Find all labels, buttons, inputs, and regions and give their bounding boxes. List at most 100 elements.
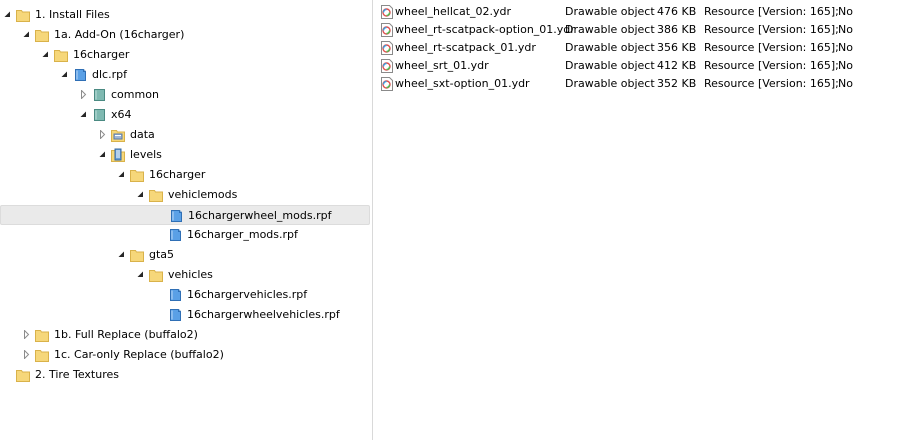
file-row[interactable]: wheel_rt-scatpack-option_01.ydr Drawable … — [373, 21, 914, 39]
tree-node[interactable]: 16chargerwheel_mods.rpf — [0, 205, 370, 225]
tree-node-label: 1b. Full Replace (buffalo2) — [54, 328, 198, 341]
tree-node[interactable]: 16chargervehicles.rpf — [0, 285, 370, 305]
folder-icon — [34, 347, 50, 363]
tree-node-label: vehicles — [168, 268, 213, 281]
file-size-cell: 352 KB — [657, 77, 697, 90]
tree-node[interactable]: 1b. Full Replace (buffalo2) — [0, 325, 370, 345]
tree-node[interactable]: 1. Install Files — [0, 5, 370, 25]
expanded-arrow-icon[interactable] — [98, 150, 107, 159]
file-name-cell: wheel_hellcat_02.ydr — [395, 5, 512, 18]
rpf-archive-icon — [167, 227, 183, 243]
tree-node[interactable]: 1c. Car-only Replace (buffalo2) — [0, 345, 370, 365]
tree-node[interactable]: levels — [0, 145, 370, 165]
tree-node-label: 16chargerwheel_mods.rpf — [188, 209, 332, 222]
tree-node-label: levels — [130, 148, 162, 161]
drawable-file-icon — [379, 40, 395, 56]
rpf-archive-icon — [72, 67, 88, 83]
tree-node[interactable]: data — [0, 125, 370, 145]
tree-node[interactable]: gta5 — [0, 245, 370, 265]
expanded-arrow-icon[interactable] — [60, 70, 69, 79]
file-size-cell: 412 KB — [657, 59, 697, 72]
file-size-cell: 356 KB — [657, 41, 697, 54]
expanded-arrow-icon[interactable] — [22, 30, 31, 39]
rpf-folder-icon — [91, 107, 107, 123]
file-name-cell: wheel_srt_01.ydr — [395, 59, 489, 72]
tree-node[interactable]: 16charger — [0, 45, 370, 65]
file-encrypted-cell: No — [838, 59, 853, 72]
tree-node-label: vehiclemods — [168, 188, 238, 201]
file-attributes-cell: Resource [Version: 165]; — [704, 5, 839, 18]
tree-node-label: x64 — [111, 108, 132, 121]
expanded-arrow-icon[interactable] — [41, 50, 50, 59]
file-attributes-cell: Resource [Version: 165]; — [704, 59, 839, 72]
expanded-arrow-icon[interactable] — [79, 110, 88, 119]
file-attributes-cell: Resource [Version: 165]; — [704, 23, 839, 36]
file-row[interactable]: wheel_sxt-option_01.ydr Drawable object 35… — [373, 75, 914, 93]
tree-node[interactable]: vehicles — [0, 265, 370, 285]
file-type-cell: Drawable object — [565, 41, 655, 54]
collapsed-arrow-icon[interactable] — [22, 350, 31, 359]
tree-node-label: 1c. Car-only Replace (buffalo2) — [54, 348, 224, 361]
expanded-arrow-icon[interactable] — [117, 250, 126, 259]
folder-icon — [53, 47, 69, 63]
drawable-file-icon — [379, 58, 395, 74]
file-size-cell: 476 KB — [657, 5, 697, 18]
drawable-file-icon — [379, 22, 395, 38]
file-encrypted-cell: No — [838, 23, 853, 36]
file-name-cell: wheel_rt-scatpack-option_01.ydr — [395, 23, 575, 36]
folder-icon — [15, 7, 31, 23]
folder-tree-pane[interactable]: 1. Install Files 1a. Add-On (16charger) 16… — [0, 0, 372, 440]
file-type-cell: Drawable object — [565, 77, 655, 90]
file-row[interactable]: wheel_hellcat_02.ydr Drawable object 476 K… — [373, 3, 914, 21]
file-row[interactable]: wheel_rt-scatpack_01.ydr Drawable object 3… — [373, 39, 914, 57]
rpf-archive-icon — [168, 208, 184, 224]
rpf-folder-icon — [91, 87, 107, 103]
tree-node-label: 16charger — [73, 48, 130, 61]
file-encrypted-cell: No — [838, 41, 853, 54]
file-type-cell: Drawable object — [565, 5, 655, 18]
tree-node[interactable]: 16chargerwheelvehicles.rpf — [0, 305, 370, 325]
tree-node[interactable]: 16charger — [0, 165, 370, 185]
file-type-cell: Drawable object — [565, 59, 655, 72]
tree-node[interactable]: x64 — [0, 105, 370, 125]
folder-icon — [148, 267, 164, 283]
tree-node-label: 1. Install Files — [35, 8, 110, 21]
tree-node-label: 16chargervehicles.rpf — [187, 288, 308, 301]
folder-data-icon — [110, 127, 126, 143]
tree-node-label: gta5 — [149, 248, 175, 261]
folder-levels-icon — [110, 147, 126, 163]
tree-node[interactable]: 16charger_mods.rpf — [0, 225, 370, 245]
expanded-arrow-icon[interactable] — [136, 190, 145, 199]
tree-node-label: 16charger — [149, 168, 206, 181]
collapsed-arrow-icon[interactable] — [22, 330, 31, 339]
drawable-file-icon — [379, 76, 395, 92]
folder-icon — [148, 187, 164, 203]
tree-node[interactable]: vehiclemods — [0, 185, 370, 205]
tree-node[interactable]: 1a. Add-On (16charger) — [0, 25, 370, 45]
tree-node-label: common — [111, 88, 159, 101]
file-name-cell: wheel_sxt-option_01.ydr — [395, 77, 530, 90]
rpf-archive-icon — [167, 307, 183, 323]
file-attributes-cell: Resource [Version: 165]; — [704, 77, 839, 90]
file-row[interactable]: wheel_srt_01.ydr Drawable object 412 KB Res… — [373, 57, 914, 75]
tree-node[interactable]: common — [0, 85, 370, 105]
file-encrypted-cell: No — [838, 5, 853, 18]
tree-node-label: data — [130, 128, 155, 141]
file-name-cell: wheel_rt-scatpack_01.ydr — [395, 41, 536, 54]
folder-icon — [34, 327, 50, 343]
tree-node-label: 16chargerwheelvehicles.rpf — [187, 308, 340, 321]
tree-node[interactable]: dlc.rpf — [0, 65, 370, 85]
tree-node[interactable]: 2. Tire Textures — [0, 365, 370, 385]
collapsed-arrow-icon[interactable] — [98, 130, 107, 139]
tree-node-label: 16charger_mods.rpf — [187, 228, 298, 241]
file-encrypted-cell: No — [838, 77, 853, 90]
file-list-pane[interactable]: wheel_hellcat_02.ydr Drawable object 476 K… — [373, 0, 914, 440]
collapsed-arrow-icon[interactable] — [79, 90, 88, 99]
expanded-arrow-icon[interactable] — [136, 270, 145, 279]
folder-icon — [129, 247, 145, 263]
file-type-cell: Drawable object — [565, 23, 655, 36]
expanded-arrow-icon[interactable] — [117, 170, 126, 179]
expanded-arrow-icon[interactable] — [3, 10, 12, 19]
file-size-cell: 386 KB — [657, 23, 697, 36]
file-attributes-cell: Resource [Version: 165]; — [704, 41, 839, 54]
